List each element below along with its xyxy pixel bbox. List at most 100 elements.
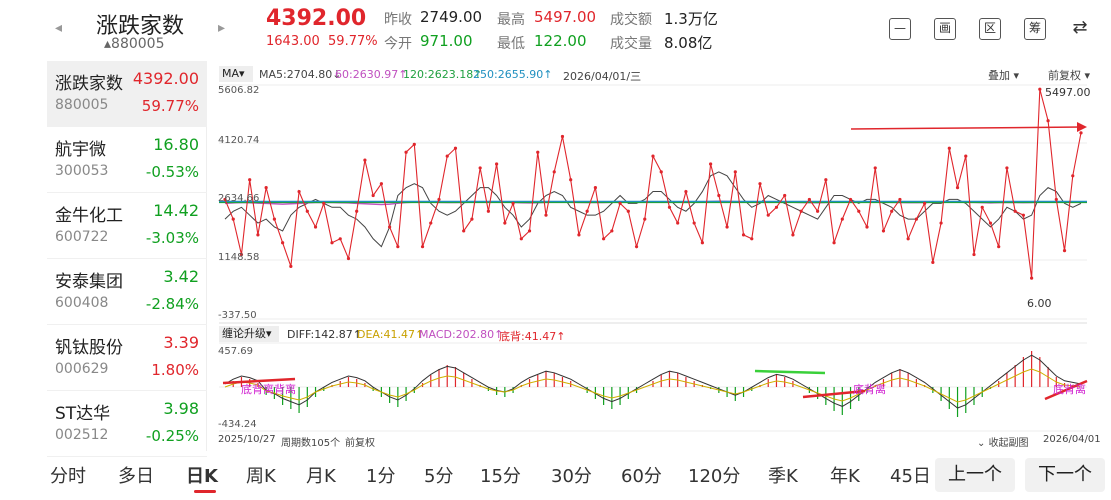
tab-period[interactable]: 日K — [186, 462, 218, 488]
collapse-button[interactable]: ⌄ 收起副图 — [977, 434, 1029, 449]
dea-label: DEA:41.47↑ — [357, 328, 425, 341]
price-point — [404, 150, 408, 154]
draw-tool-button[interactable]: 画 — [934, 18, 956, 40]
quote-header: ◂ 涨跌家数 ▴880005 ▸ 4392.00 1643.00 59.77% … — [0, 0, 1111, 60]
price-point — [536, 150, 540, 154]
price-point — [923, 201, 927, 205]
price-point — [412, 142, 416, 146]
price-point — [659, 170, 663, 174]
watchlist-item[interactable]: 钒钛股份 000629 3.39 1.80% — [47, 325, 207, 391]
price-point — [643, 217, 647, 221]
prev-stock-arrow-icon[interactable]: ◂ — [55, 20, 62, 36]
price-point — [420, 245, 425, 249]
start-date: 2025/10/27 — [218, 434, 276, 445]
price-point — [651, 154, 655, 158]
tab-period[interactable]: 月K — [306, 462, 336, 488]
price-point — [807, 197, 811, 202]
kline-chart[interactable]: MA▾ MA5:2704.80↓ 60:2630.97↑ 120:2623.18… — [215, 61, 1101, 451]
price-point — [281, 241, 285, 245]
next-stock-button[interactable]: 下一个 — [1025, 458, 1105, 492]
annot-left: 底背离背离 — [241, 383, 296, 396]
price-point — [602, 237, 606, 241]
tab-period[interactable]: 季K — [768, 462, 798, 488]
trend-arrow-line — [850, 126, 1084, 130]
stock-code: 880005 — [55, 97, 109, 113]
prev-close-label: 昨收 — [384, 12, 412, 28]
ma-series — [224, 171, 1082, 248]
price-point — [667, 205, 672, 209]
stock-name: 涨跌家数 — [55, 74, 123, 94]
price-point — [725, 225, 729, 229]
price-point — [388, 225, 392, 229]
volume-value: 8.08亿 — [664, 34, 713, 52]
price-point — [684, 189, 688, 194]
price-point — [396, 245, 400, 249]
price-point — [256, 233, 260, 237]
price-point — [1013, 209, 1017, 213]
stock-code: 000629 — [55, 361, 109, 377]
chips-tool-button[interactable]: 筹 — [1024, 18, 1046, 40]
ind-y-bottom: -434.24 — [218, 419, 257, 430]
current-price: 4392.00 — [266, 6, 367, 31]
price-point — [610, 229, 614, 233]
price-point — [519, 237, 523, 241]
price-point — [865, 225, 869, 229]
price-point — [445, 154, 449, 158]
price-point — [1054, 197, 1058, 202]
price-point — [355, 209, 359, 213]
open-value: 971.00 — [420, 32, 473, 50]
tab-period[interactable]: 年K — [830, 462, 860, 488]
price-point — [593, 186, 597, 190]
price-point — [906, 237, 910, 241]
price-point — [676, 221, 680, 225]
tab-period[interactable]: 5分 — [424, 462, 453, 488]
tab-period[interactable]: 多日 — [118, 462, 154, 488]
price-point — [560, 134, 565, 139]
price-point — [486, 209, 490, 213]
tab-period[interactable]: 分时 — [50, 462, 86, 488]
stock-name: 金牛化工 — [55, 206, 123, 226]
tab-period[interactable]: 15分 — [480, 462, 521, 488]
tab-period[interactable]: 1分 — [366, 462, 395, 488]
switch-screen-button[interactable]: ⇄ — [1069, 18, 1091, 40]
watchlist-item[interactable]: 安泰集团 600408 3.42 -2.84% — [47, 259, 207, 325]
price-point — [914, 217, 918, 221]
price-point — [980, 205, 984, 209]
indicator-select[interactable]: 缠论升级▾ — [219, 326, 279, 342]
tab-period[interactable]: 120分 — [688, 462, 740, 488]
end-date: 2026/04/01 — [1043, 434, 1101, 445]
line-tool-button[interactable]: — — [889, 18, 911, 40]
price-point — [758, 182, 762, 186]
price-change: 1643.00 59.77% — [266, 34, 378, 49]
price-point — [478, 166, 482, 170]
stock-price: 3.42 — [163, 267, 199, 286]
tab-period[interactable]: 45日 — [890, 462, 931, 488]
price-point — [717, 193, 721, 198]
open-label: 今开 — [384, 36, 412, 52]
price-point — [297, 189, 301, 194]
watchlist-item[interactable]: ST达华 002512 3.98 -0.25% — [47, 391, 207, 457]
prev-stock-button[interactable]: 上一个 — [935, 458, 1015, 492]
tab-period[interactable]: 周K — [246, 462, 276, 488]
tab-period[interactable]: 30分 — [551, 462, 592, 488]
watchlist-item[interactable]: 涨跌家数 880005 4392.00 59.77% — [47, 61, 207, 127]
tab-period[interactable]: 60分 — [621, 462, 662, 488]
price-point — [783, 193, 787, 198]
price-point — [988, 221, 993, 225]
stock-name: 安泰集团 — [55, 272, 123, 292]
y-axis-label: 5606.82 — [218, 85, 260, 96]
price-point — [569, 178, 573, 182]
price-point — [939, 221, 943, 225]
range-tool-button[interactable]: 区 — [979, 18, 1001, 40]
price-point — [363, 158, 367, 162]
price-point — [634, 245, 639, 249]
watchlist-item[interactable]: 金牛化工 600722 14.42 -3.03% — [47, 193, 207, 259]
watchlist-item[interactable]: 航宇微 300053 16.80 -0.53% — [47, 127, 207, 193]
period-count: 周期数105个 — [281, 438, 341, 449]
high-value: 5497.00 — [534, 8, 597, 26]
price-point — [495, 162, 499, 166]
price-point — [1071, 174, 1075, 178]
price-point — [264, 186, 268, 190]
next-stock-arrow-icon[interactable]: ▸ — [218, 20, 225, 36]
price-point — [898, 197, 902, 202]
